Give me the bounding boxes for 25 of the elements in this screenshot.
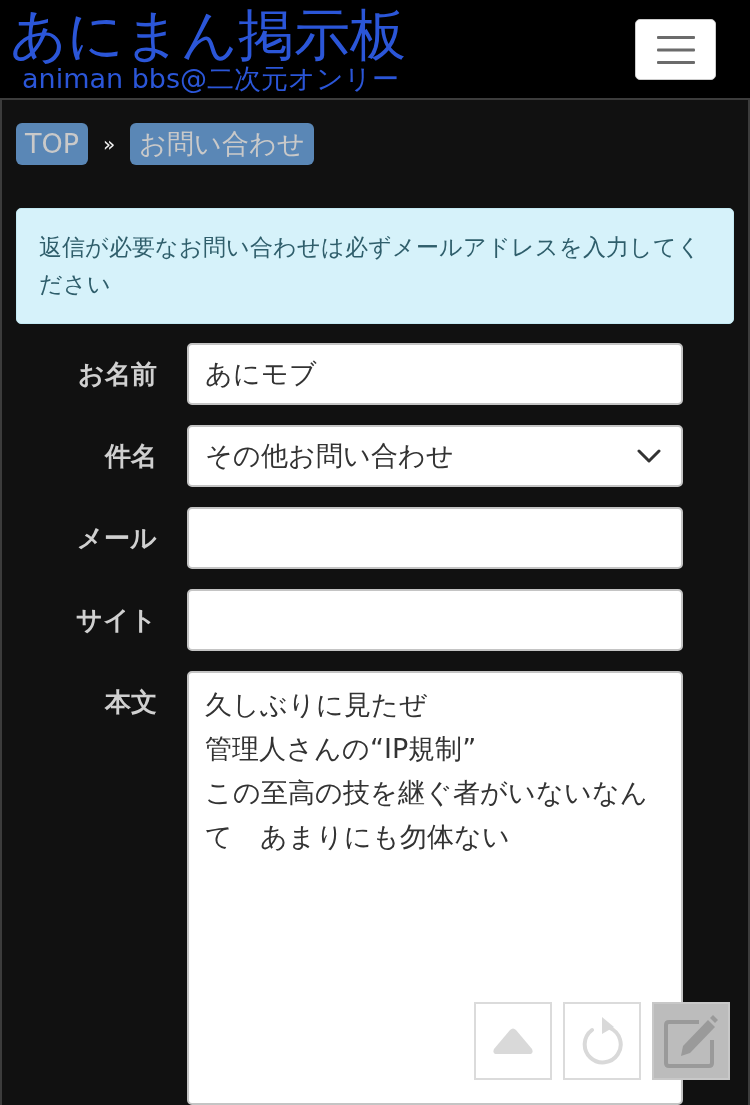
field-label: サイト [75, 604, 157, 637]
message-line: この至高の技を継ぐ者がいないなんて あまりにも勿体ない [205, 776, 649, 854]
edit-icon [663, 1014, 719, 1068]
field-label: お名前 [77, 358, 157, 391]
info-alert: 返信が必要なお問い合わせは必ずメールアドレスを入力してください [16, 208, 734, 324]
refresh-icon [580, 1016, 624, 1066]
subject-select[interactable]: その他お問い合わせ [187, 425, 683, 487]
field-label: 件名 [103, 440, 157, 473]
field-label: 本文 [104, 686, 157, 719]
text-field[interactable] [187, 589, 683, 651]
message-line: 久しぶりに見たぜ [205, 688, 428, 722]
site-subtitle: animan bbs@二次元オンリー [22, 65, 401, 93]
chevron-down-icon [637, 449, 661, 463]
scroll-top-button[interactable] [474, 1002, 552, 1080]
field-label: メール [76, 522, 157, 555]
triangle-up-icon [492, 1027, 534, 1055]
text-field[interactable]: あにモブ [187, 343, 683, 405]
message-field[interactable]: 久しぶりに見たぜ 管理人さんの“IP規制” この至高の技を継ぐ者がいないなんて あまりにも勿体ない [187, 671, 683, 1105]
menu-icon [656, 35, 695, 64]
menu-button[interactable] [635, 19, 716, 80]
message-line: 管理人さんの“IP規制” [205, 732, 478, 766]
text-field[interactable] [187, 507, 683, 569]
compose-button[interactable] [652, 1002, 730, 1080]
reload-button[interactable] [563, 1002, 641, 1080]
breadcrumb-separator: » [103, 132, 116, 156]
